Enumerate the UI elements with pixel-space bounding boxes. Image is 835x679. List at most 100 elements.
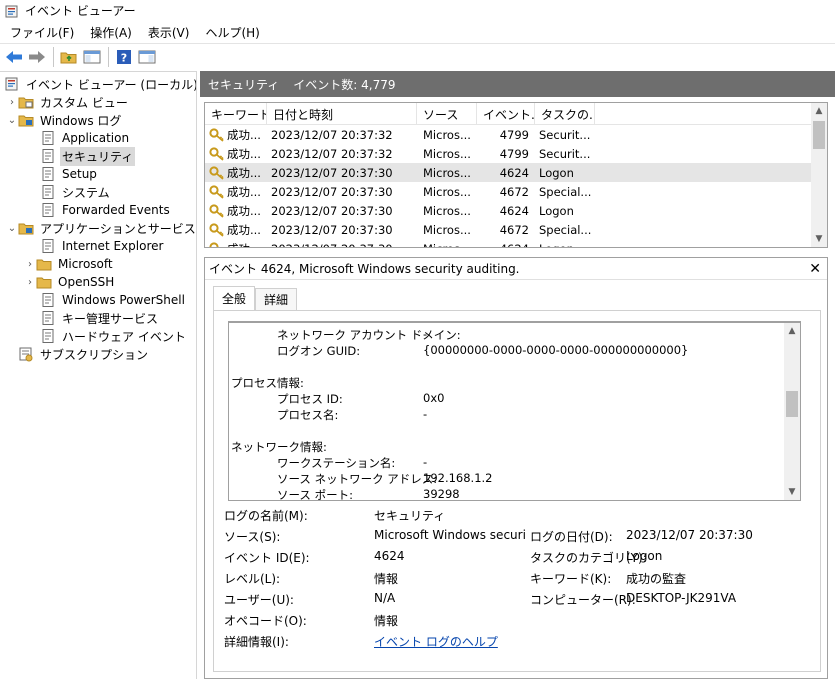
table-row[interactable]: 成功...2023/12/07 20:37:30Micros...4624Log… <box>205 239 813 248</box>
column-header-task-category[interactable]: タスクの... <box>535 103 595 125</box>
column-header-event-id[interactable]: イベント... <box>477 103 535 125</box>
column-header-keyword[interactable]: キーワード <box>205 103 267 125</box>
tree-label: Windows ログ <box>40 113 122 128</box>
computer-value: DESKTOP-JK291VA <box>626 591 737 605</box>
chevron-down-icon[interactable]: ⌄ <box>6 115 18 126</box>
tree-item-app-service-logs[interactable]: ⌄ アプリケーションとサービス ログ <box>6 219 196 237</box>
tree-item-microsoft[interactable]: › Microsoft <box>24 255 115 273</box>
event-id-cell: 4624 <box>499 165 529 180</box>
folder-icon <box>36 277 52 289</box>
table-row[interactable]: 成功...2023/12/07 20:37:30Micros...4624Log… <box>205 163 813 182</box>
description-label: ネットワーク情報: <box>231 440 327 454</box>
scroll-up-icon[interactable]: ▲ <box>784 323 800 339</box>
tree-item-internet-explorer[interactable]: Internet Explorer <box>40 237 165 255</box>
log-icon <box>42 293 54 307</box>
source-cell: Micros... <box>423 146 471 161</box>
tree-item-windows-logs[interactable]: ⌄ Windows ログ <box>6 111 123 129</box>
keyword-cell: 成功... <box>205 222 267 238</box>
keyword-cell: 成功... <box>205 241 267 247</box>
description-label: プロセス ID: <box>277 392 343 406</box>
keyword-cell: 成功... <box>205 127 267 143</box>
table-row[interactable]: 成功... 2023/12/07 20:37:30 Micros... 4672 Spe… <box>205 220 813 239</box>
category-cell: Special... <box>539 222 592 237</box>
event-log-help-link[interactable]: イベント ログのヘルプ <box>374 633 498 650</box>
tree-item-application[interactable]: Application <box>40 129 131 147</box>
description-value: 0x0 <box>423 391 445 405</box>
help-button[interactable]: ? <box>113 46 135 68</box>
log-icon <box>42 167 54 181</box>
up-one-level-button[interactable] <box>58 46 80 68</box>
tree-item-windows-powershell[interactable]: Windows PowerShell <box>40 291 187 309</box>
chevron-down-icon[interactable]: ⌄ <box>6 223 18 234</box>
tab-details[interactable]: 詳細 <box>255 288 298 310</box>
forward-button[interactable] <box>26 46 48 68</box>
column-header-date[interactable]: 日付と時刻 <box>267 103 417 125</box>
level-value: 情報 <box>374 572 399 586</box>
scroll-down-icon[interactable]: ▼ <box>811 231 827 247</box>
menu-action[interactable]: 操作(A) <box>82 22 140 43</box>
chevron-right-icon[interactable]: › <box>6 97 18 108</box>
menu-help[interactable]: ヘルプ(H) <box>197 22 267 43</box>
tree-item-security[interactable]: セキュリティ <box>40 146 136 166</box>
tree-label: ハードウェア イベント <box>62 329 186 344</box>
tree-item-custom-views[interactable]: › カスタム ビュー <box>6 93 130 111</box>
key-icon <box>209 127 224 142</box>
tree-label: Internet Explorer <box>62 239 164 253</box>
table-row[interactable]: 成功... 2023/12/07 20:37:32 Micros... 4799 Sec… <box>205 125 813 144</box>
source-cell: Micros... <box>423 127 471 142</box>
event-description[interactable]: ネットワーク アカウント ドメイン: - ログオン GUID: {00000000-0… <box>228 321 801 501</box>
keyword-text: 成功... <box>227 222 261 237</box>
event-list-scrollbar[interactable]: ▲ ▼ <box>811 103 827 247</box>
tree-item-setup[interactable]: Setup <box>40 165 99 183</box>
general-tab-body: ネットワーク アカウント ドメイン: - ログオン GUID: {00000000-0… <box>213 310 821 672</box>
close-icon[interactable]: ✕ <box>809 261 821 277</box>
description-scrollbar[interactable]: ▲ ▼ <box>784 323 800 500</box>
task-category-value: Logon <box>626 549 663 563</box>
keyword-text: 成功... <box>227 127 261 142</box>
show-hide-action-pane-button[interactable] <box>136 46 158 68</box>
scroll-up-icon[interactable]: ▲ <box>811 103 827 119</box>
event-id-cell: 4624 <box>477 242 535 248</box>
date-cell: 2023/12/07 20:37:32 <box>271 127 393 142</box>
description-label: ソース ポート: <box>277 488 353 501</box>
table-row[interactable]: 成功... 2023/12/07 20:37:30 Micros... 4672 Spe… <box>205 182 813 201</box>
chevron-right-icon[interactable]: › <box>24 277 36 288</box>
show-hide-tree-button[interactable] <box>81 46 103 68</box>
toolbar-separator <box>53 47 54 67</box>
tree-label: Forwarded Events <box>62 203 170 217</box>
tree-item-root[interactable]: イベント ビューアー (ローカル) <box>4 75 196 93</box>
scrollbar-thumb[interactable] <box>813 121 825 149</box>
table-row[interactable]: 成功...2023/12/07 20:37:30Micros...4624Log… <box>205 201 813 220</box>
scroll-down-icon[interactable]: ▼ <box>784 484 800 500</box>
tree-item-hardware-events[interactable]: ハードウェア イベント <box>40 327 188 345</box>
menu-view[interactable]: 表示(V) <box>140 22 198 43</box>
tree-item-subscriptions[interactable]: サブスクリプション <box>18 345 150 363</box>
back-button[interactable] <box>3 46 25 68</box>
tree-item-forwarded-events[interactable]: Forwarded Events <box>40 201 172 219</box>
show-hide-action-icon <box>138 50 156 64</box>
scrollbar-thumb[interactable] <box>786 391 798 417</box>
tab-general[interactable]: 全般 <box>213 286 256 310</box>
folder-up-icon <box>60 52 77 64</box>
description-label: ソース ネットワーク アドレス: <box>277 472 438 486</box>
category-cell: Special... <box>539 184 592 199</box>
table-row[interactable]: 成功... 2023/12/07 20:37:32 Micros... 4799 Sec… <box>205 144 813 163</box>
tree-label: Application <box>62 131 130 145</box>
menu-file[interactable]: ファイル(F) <box>2 22 82 43</box>
keyword-text: 成功... <box>227 184 261 199</box>
log-icon <box>42 311 54 325</box>
tree-item-key-management[interactable]: キー管理サービス <box>40 309 160 327</box>
event-id-cell: 4672 <box>499 222 529 237</box>
chevron-right-icon[interactable]: › <box>24 259 36 270</box>
log-icon <box>42 185 54 199</box>
category-cell: Logon <box>539 203 574 218</box>
keywords-label: キーワード(K): <box>530 572 612 586</box>
tree-item-system[interactable]: システム <box>40 183 112 201</box>
description-label: プロセス名: <box>277 408 339 422</box>
key-icon <box>209 146 224 161</box>
tree-item-openssh[interactable]: › OpenSSH <box>24 273 116 291</box>
keywords-value: 成功の監査 <box>626 572 687 586</box>
event-viewer-icon <box>5 77 18 91</box>
event-detail-title: イベント 4624, Microsoft Windows security au… <box>205 258 827 280</box>
column-header-source[interactable]: ソース <box>417 103 477 125</box>
